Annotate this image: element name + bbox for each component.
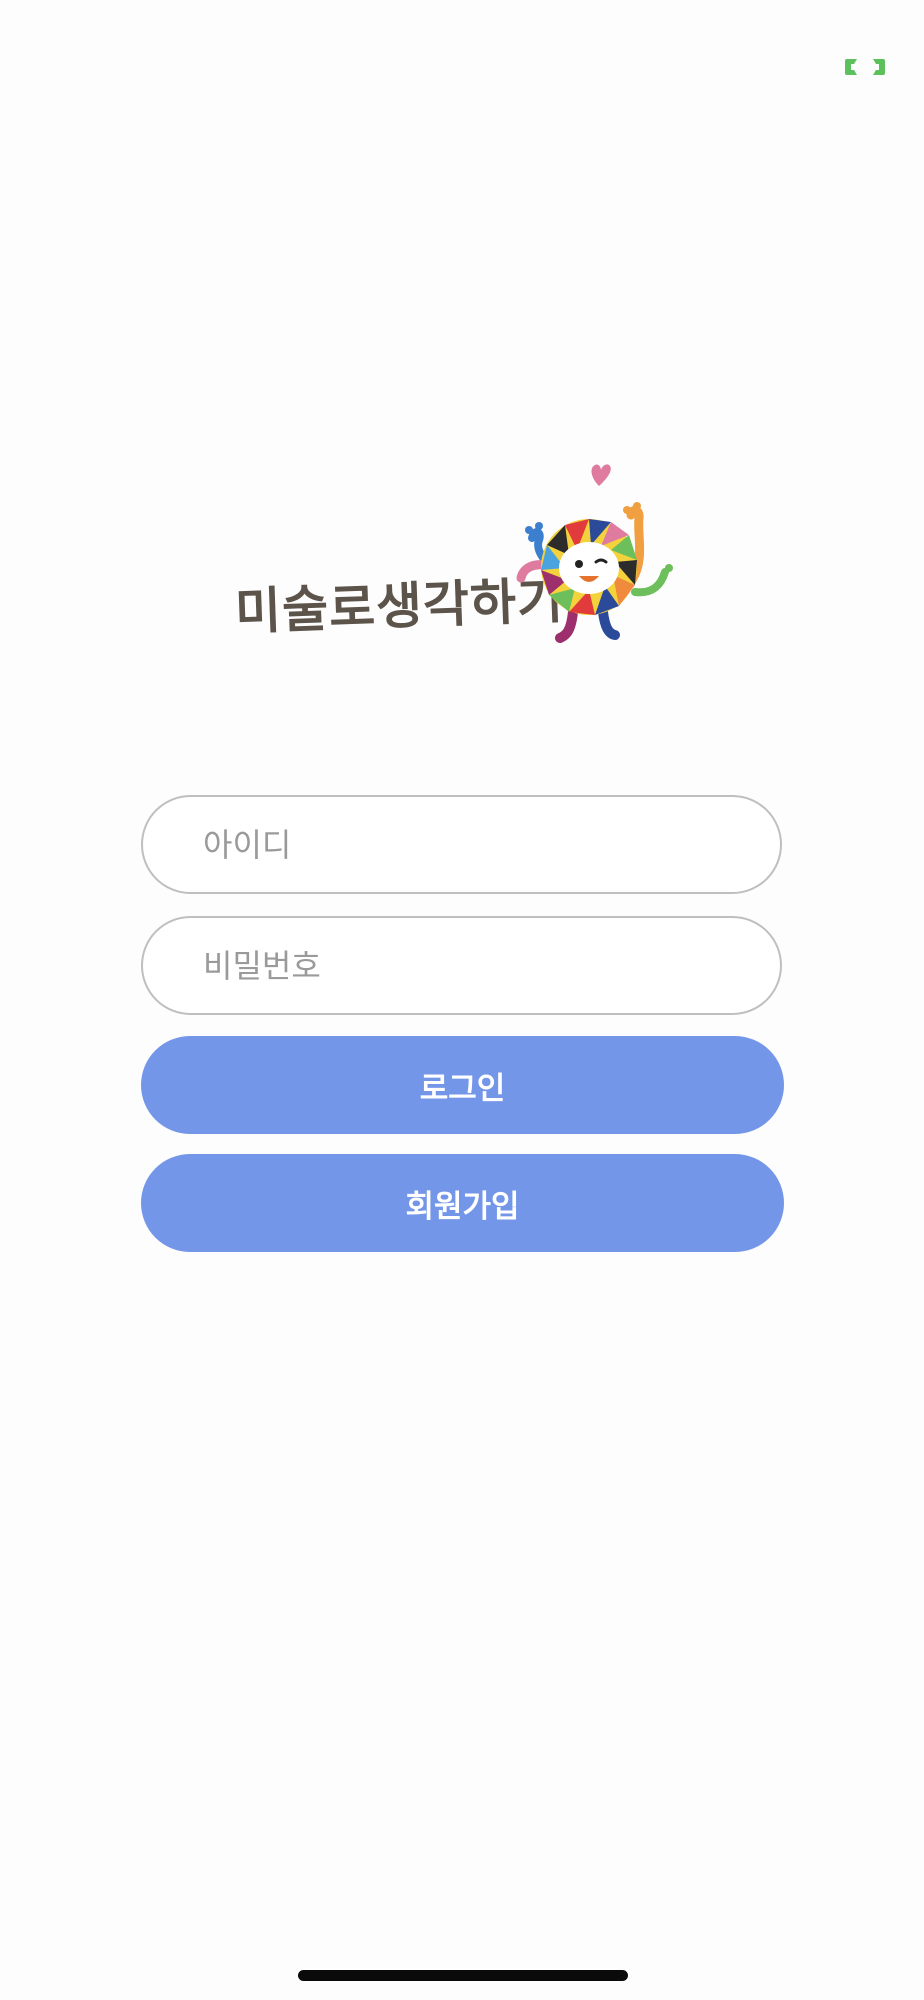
expand-brackets-icon[interactable] xyxy=(843,57,887,77)
app-logo: 미술로생각하기 xyxy=(225,460,695,645)
password-input[interactable] xyxy=(143,918,780,1013)
login-button[interactable]: 로그인 xyxy=(141,1036,784,1134)
password-field[interactable] xyxy=(141,916,782,1015)
id-field[interactable] xyxy=(141,795,782,894)
signup-button[interactable]: 회원가입 xyxy=(141,1154,784,1252)
id-input[interactable] xyxy=(143,797,780,892)
home-indicator[interactable] xyxy=(298,1970,628,1981)
mascot-logo-icon xyxy=(516,464,673,643)
